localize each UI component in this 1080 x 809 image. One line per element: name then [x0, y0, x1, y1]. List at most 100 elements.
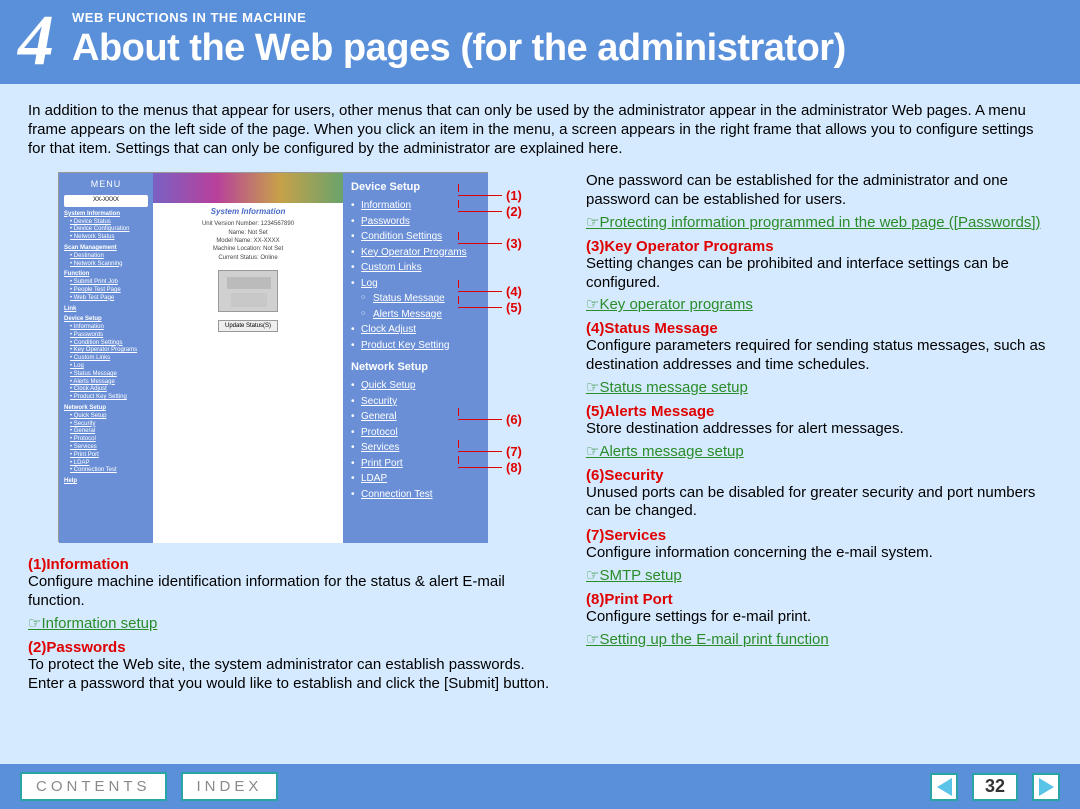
mini-sidebar-item: • Information — [64, 324, 148, 332]
mini-system-info-label: System Information — [153, 203, 343, 220]
mini-model-box: XX-XXXX — [64, 195, 148, 207]
callout-7: (7) — [458, 444, 522, 459]
mini-sidebar-section: Help — [64, 478, 148, 486]
next-page-button[interactable] — [1032, 773, 1060, 801]
mini-sidebar-item: • Network Scanning — [64, 261, 148, 269]
mini-info-line: Model Name: XX-XXXX — [163, 237, 333, 245]
right-item-body-1: Configure parameters required for sendin… — [586, 337, 1052, 375]
ns-item: Connection Test — [351, 487, 480, 503]
right-item-link-5[interactable]: ☞Setting up the E-mail print function — [586, 631, 829, 648]
callout-4: (4) — [458, 284, 522, 299]
mini-sidebar-item: • Submit Print Job — [64, 279, 148, 287]
right-intro-text: One password can be established for the … — [586, 172, 1052, 210]
mini-sidebar-item: • Log — [64, 363, 148, 371]
chapter-header: 4 WEB FUNCTIONS IN THE MACHINE About the… — [0, 0, 1080, 84]
mini-sidebar-section: System Information — [64, 211, 148, 219]
mini-sidebar-item: • Destination — [64, 253, 148, 261]
left-item-title-1: (2)Passwords — [28, 639, 558, 656]
triangle-left-icon — [937, 778, 952, 796]
callout-2: (2) — [458, 204, 522, 219]
mini-sidebar-section: Function — [64, 271, 148, 279]
mini-sidebar-item: • Custom Links — [64, 355, 148, 363]
mini-sidebar-item: • Clock Adjust — [64, 386, 148, 394]
callout-1: (1) — [458, 188, 522, 203]
mini-sidebar-item: • Alerts Message — [64, 379, 148, 387]
mini-sidebar-item: • Services — [64, 444, 148, 452]
left-item-body-0: Configure machine identification informa… — [28, 573, 558, 611]
mini-banner — [153, 173, 343, 203]
mini-sidebar-item: • Network Status — [64, 234, 148, 242]
mini-sidebar-item: • Product Key Setting — [64, 394, 148, 402]
right-column: One password can be established for the … — [586, 172, 1052, 696]
header-text: WEB FUNCTIONS IN THE MACHINE About the W… — [72, 10, 1080, 70]
right-item-body-3: Unused ports can be disabled for greater… — [586, 484, 1052, 522]
admin-webpage-screenshot: MENU XX-XXXX System Information• Device … — [58, 172, 488, 542]
mini-sidebar-item: • Passwords — [64, 332, 148, 340]
callout-6: (6) — [458, 412, 522, 427]
mini-sidebar-item: • Web Test Page — [64, 295, 148, 303]
mini-sidebar-item: • Device Configuration — [64, 226, 148, 234]
mini-sidebar-item: • Condition Settings — [64, 340, 148, 348]
ds-item: Custom Links — [351, 260, 480, 276]
right-item-link-1[interactable]: ☞Status message setup — [586, 379, 748, 396]
callout-8: (8) — [458, 460, 522, 475]
ns-item: Quick Setup — [351, 378, 480, 394]
right-item-body-0: Setting changes can be prohibited and in… — [586, 255, 1052, 293]
right-item-title-4: (7)Services — [586, 527, 1052, 544]
left-item-body-1: To protect the Web site, the system admi… — [28, 656, 558, 694]
mini-update-status-button: Update Status(S) — [218, 320, 278, 332]
index-button[interactable]: INDEX — [181, 772, 279, 801]
mini-sidebar-section: Scan Management — [64, 245, 148, 253]
right-item-title-5: (8)Print Port — [586, 591, 1052, 608]
mini-sidebar-item: • Protocol — [64, 436, 148, 444]
right-item-link-4[interactable]: ☞SMTP setup — [586, 567, 682, 584]
right-item-title-3: (6)Security — [586, 467, 1052, 484]
mini-sidebar-item: • People Test Page — [64, 287, 148, 295]
right-item-title-1: (4)Status Message — [586, 320, 1052, 337]
mini-sidebar-section: Link — [64, 306, 148, 314]
mini-sidebar-item: • Device Status — [64, 219, 148, 227]
mini-sidebar-section: Device Setup — [64, 316, 148, 324]
mini-sidebar-item: • Connection Test — [64, 467, 148, 475]
left-item-link-0[interactable]: ☞Information setup — [28, 615, 157, 632]
contents-button[interactable]: CONTENTS — [20, 772, 167, 801]
right-item-body-4: Configure information concerning the e-m… — [586, 544, 1052, 563]
mini-sidebar-item: • Security — [64, 421, 148, 429]
left-item-title-0: (1)Information — [28, 556, 558, 573]
header-overline: WEB FUNCTIONS IN THE MACHINE — [72, 10, 1080, 25]
mini-info-lines: Unit Version Number: 1234567890Name: Not… — [153, 220, 343, 262]
callout-3: (3) — [458, 236, 522, 251]
right-item-title-0: (3)Key Operator Programs — [586, 238, 1052, 255]
right-item-link-0[interactable]: ☞Key operator programs — [586, 296, 753, 313]
right-item-body-2: Store destination addresses for alert me… — [586, 420, 1052, 439]
mini-info-line: Machine Location: Not Set — [163, 245, 333, 253]
page-number: 32 — [972, 773, 1018, 801]
mini-sidebar-item: • Print Port — [64, 452, 148, 460]
mini-sidebar-item: • LDAP — [64, 460, 148, 468]
mini-info-line: Name: Not Set — [163, 229, 333, 237]
right-item-link-2[interactable]: ☞Alerts message setup — [586, 443, 744, 460]
mini-menu-label: MENU — [64, 179, 148, 191]
callout-5: (5) — [458, 300, 522, 315]
right-item-title-2: (5)Alerts Message — [586, 403, 1052, 420]
prev-page-button[interactable] — [930, 773, 958, 801]
ns-item: Security — [351, 394, 480, 410]
mini-sidebar-item: • General — [64, 428, 148, 436]
triangle-right-icon — [1039, 778, 1054, 796]
mini-device-setup-panel: Device Setup InformationPasswordsConditi… — [343, 173, 488, 543]
mini-info-line: Unit Version Number: 1234567890 — [163, 220, 333, 228]
intro-paragraph: In addition to the menus that appear for… — [28, 102, 1052, 158]
link-protecting-passwords[interactable]: ☞Protecting information programmed in th… — [586, 214, 1041, 231]
body-columns: MENU XX-XXXX System Information• Device … — [28, 172, 1052, 696]
footer-bar: CONTENTS INDEX 32 — [0, 764, 1080, 809]
ds-item: Product Key Setting — [351, 338, 480, 354]
mini-main-frame: System Information Unit Version Number: … — [153, 173, 343, 543]
mini-sidebar-item: • Quick Setup — [64, 413, 148, 421]
ds-item: Clock Adjust — [351, 322, 480, 338]
mini-info-line: Current Status: Online — [163, 254, 333, 262]
printer-icon — [218, 270, 278, 312]
content-area: In addition to the menus that appear for… — [0, 84, 1080, 696]
mini-sidebar-item: • Key Operator Programs — [64, 347, 148, 355]
network-setup-head: Network Setup — [351, 359, 480, 376]
page-title: About the Web pages (for the administrat… — [72, 27, 1080, 70]
